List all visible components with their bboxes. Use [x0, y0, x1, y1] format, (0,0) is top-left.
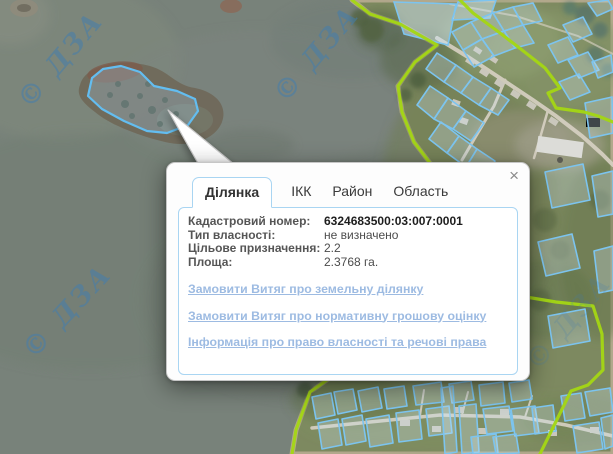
- field-row: Тип власності: не визначено: [188, 229, 508, 243]
- parcel-info-popup: × Ділянка ІКК Район Область Кадастровий …: [166, 162, 530, 381]
- cadastral-map-viewport: © ДЗА © ДЗА © ДЗА © ДЗА × Ділянка ІКК Ра…: [0, 0, 613, 454]
- cadastral-number-value: 6324683500:03:007:0001: [324, 215, 463, 229]
- ownership-info-link[interactable]: Інформація про право власності та речові…: [188, 335, 486, 349]
- purpose-value: 2.2: [324, 242, 341, 256]
- tab-rayon[interactable]: Район: [330, 177, 374, 207]
- field-label: Цільове призначення:: [188, 242, 324, 256]
- field-row: Кадастровий номер: 6324683500:03:007:000…: [188, 215, 508, 229]
- tab-oblast[interactable]: Область: [391, 177, 450, 207]
- order-extract-parcel-link[interactable]: Замовити Витяг про земельну ділянку: [188, 282, 423, 296]
- tab-ikk[interactable]: ІКК: [289, 177, 313, 207]
- field-label: Тип власності:: [188, 229, 324, 243]
- tab-dilyanka[interactable]: Ділянка: [192, 177, 272, 208]
- area-value: 2.3768 га.: [324, 256, 378, 270]
- field-label: Кадастровий номер:: [188, 215, 324, 229]
- order-valuation-extract-link[interactable]: Замовити Витяг про нормативну грошову оц…: [188, 309, 486, 323]
- ownership-type-value: не визначено: [324, 229, 398, 243]
- action-links: Замовити Витяг про земельну ділянку Замо…: [188, 282, 508, 349]
- popup-tab-bar: Ділянка ІКК Район Область: [167, 163, 529, 207]
- parcel-info-panel: Кадастровий номер: 6324683500:03:007:000…: [178, 207, 518, 375]
- field-row: Площа: 2.3768 га.: [188, 256, 508, 270]
- field-label: Площа:: [188, 256, 324, 270]
- field-row: Цільове призначення: 2.2: [188, 242, 508, 256]
